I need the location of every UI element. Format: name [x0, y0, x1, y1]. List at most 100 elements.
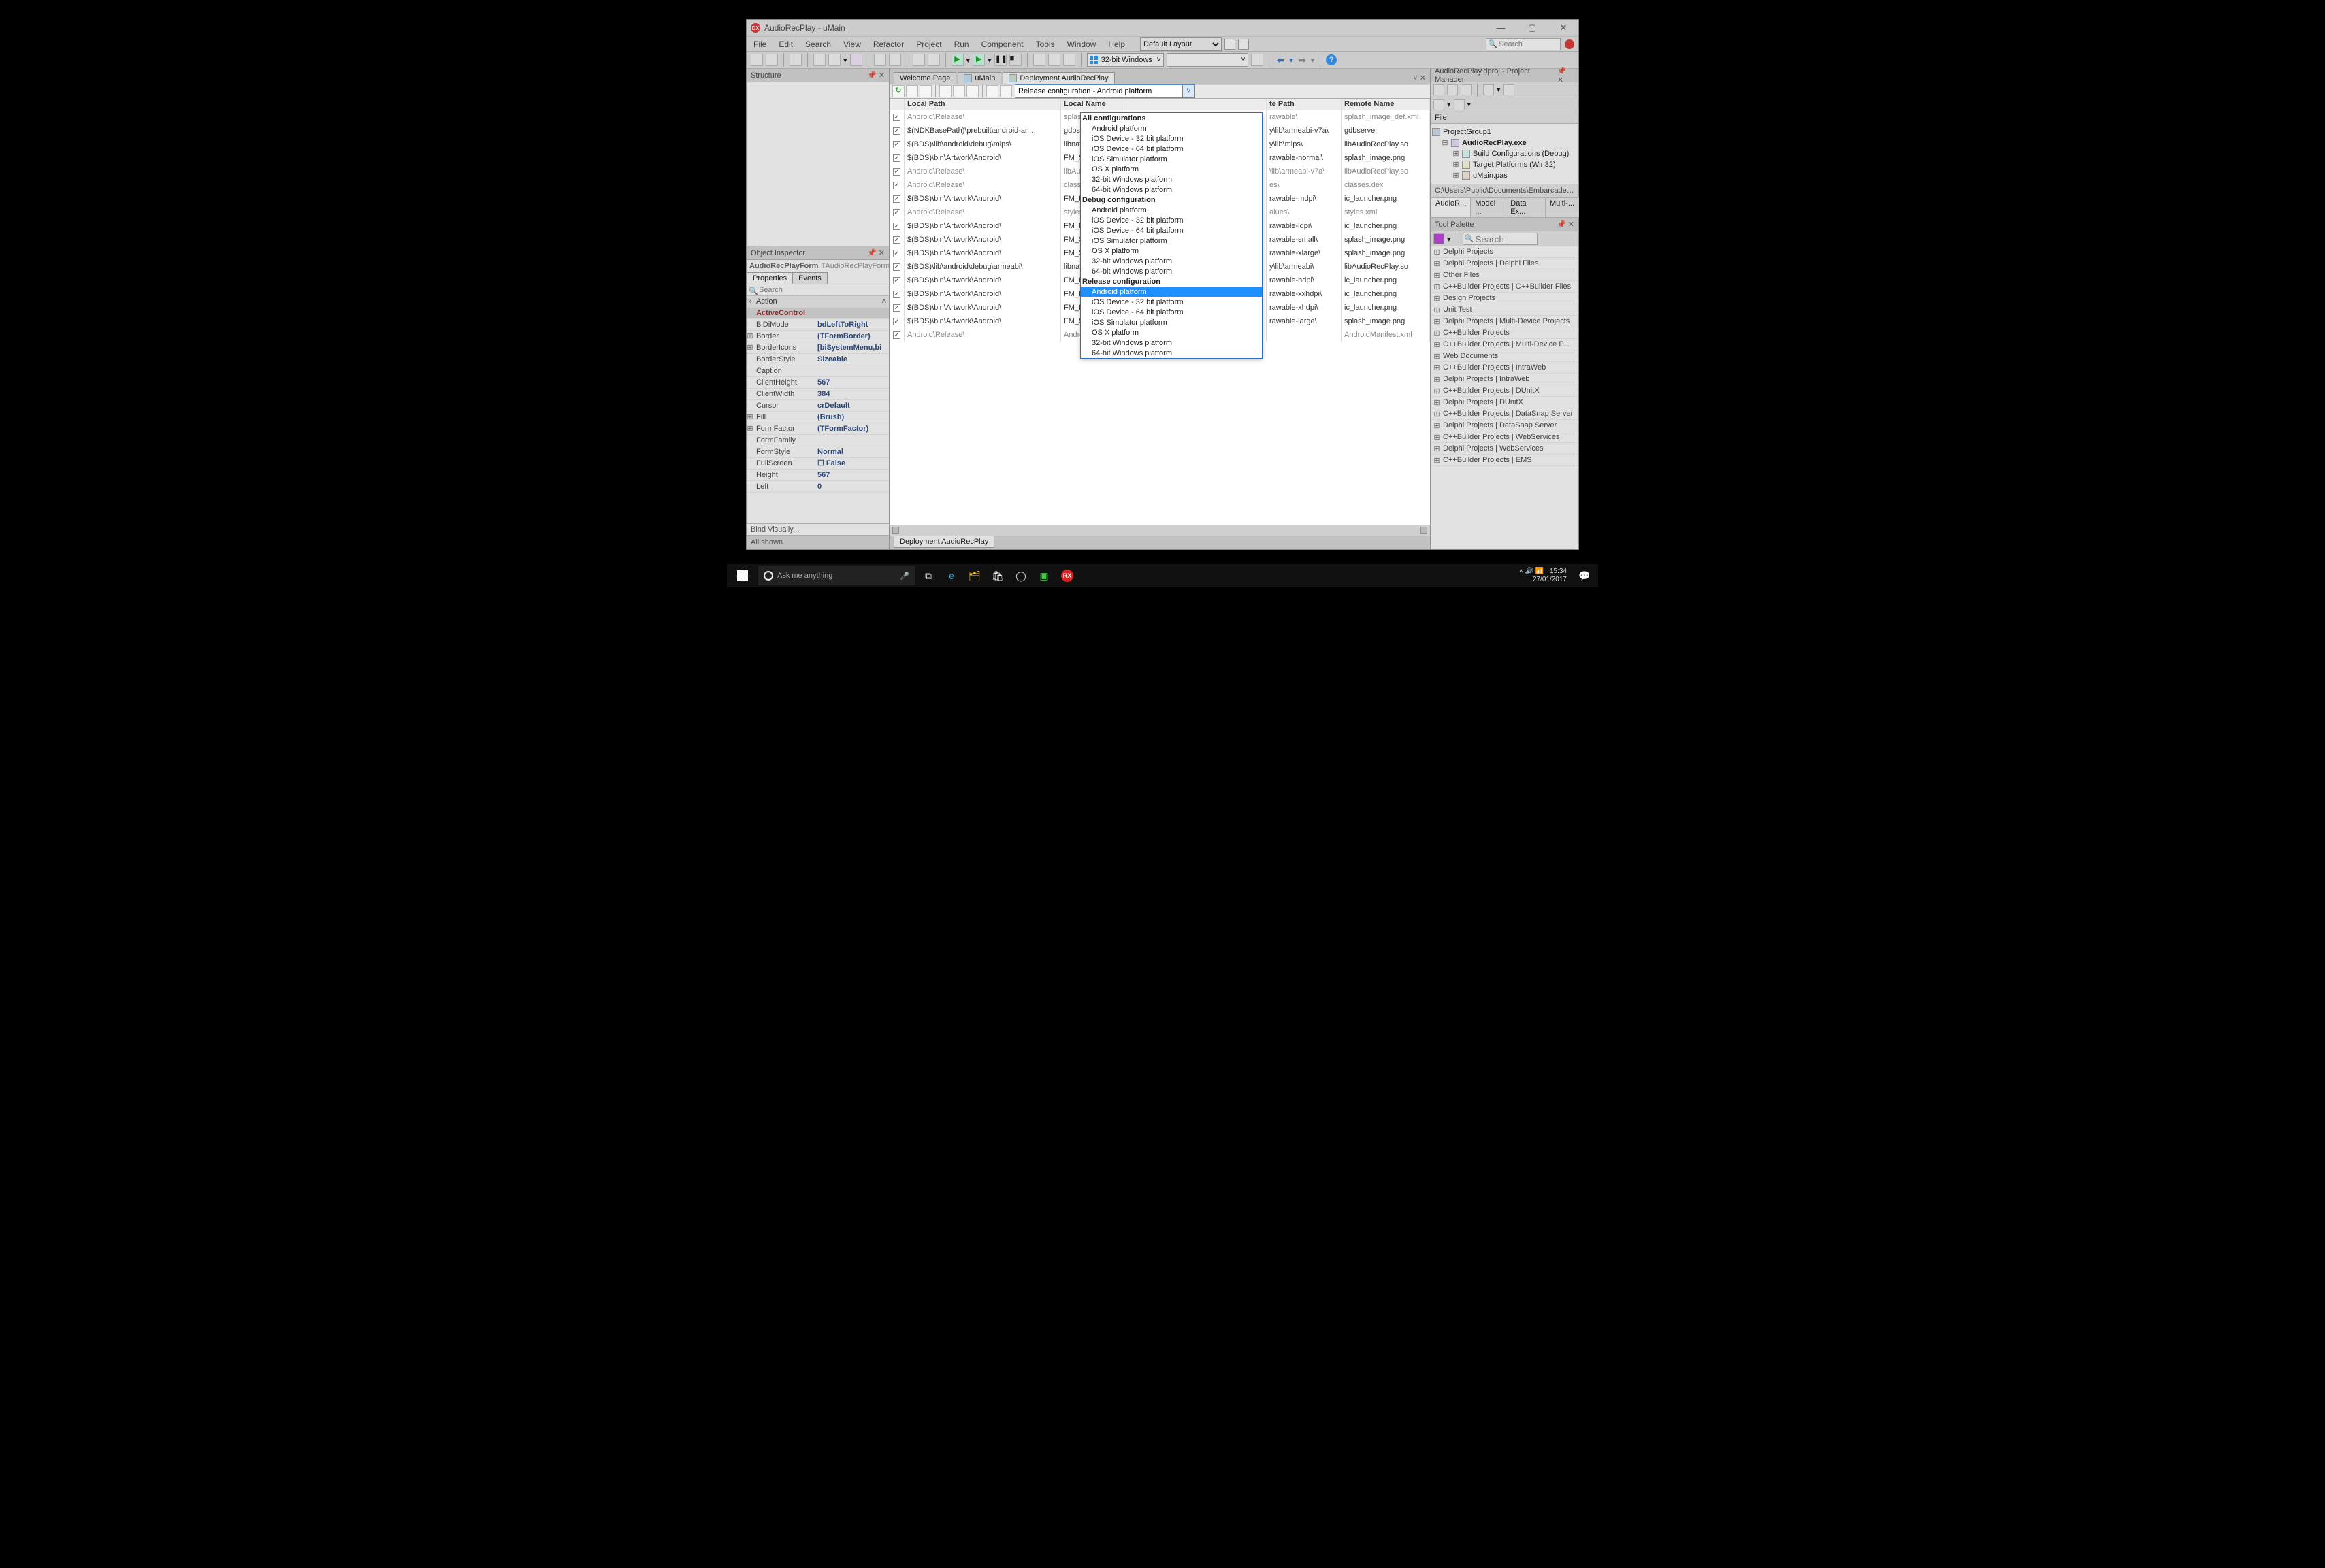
- checkbox-icon[interactable]: ✓: [893, 263, 900, 271]
- add-folder-button[interactable]: [913, 54, 925, 66]
- col-remote-name[interactable]: Remote Name: [1342, 99, 1430, 110]
- menu-project[interactable]: Project: [913, 38, 944, 50]
- system-tray[interactable]: ˄ 🔊 📶 15:34 27/01/2017: [1519, 568, 1571, 584]
- palette-category[interactable]: ⊞C++Builder Projects | IntraWeb: [1431, 362, 1578, 374]
- palette-category[interactable]: ⊞Delphi Projects | DUnitX: [1431, 397, 1578, 408]
- minimize-button[interactable]: —: [1490, 22, 1512, 33]
- col-local-name[interactable]: Local Name: [1061, 99, 1122, 110]
- tool-palette-list[interactable]: ⊞Delphi Projects⊞Delphi Projects | Delph…: [1431, 246, 1578, 549]
- delete-layout-icon[interactable]: [1238, 39, 1249, 50]
- rtab-3[interactable]: Multi-...: [1545, 197, 1579, 217]
- tab-properties[interactable]: Properties: [747, 272, 793, 284]
- palette-category[interactable]: ⊞Delphi Projects | DataSnap Server: [1431, 420, 1578, 431]
- step-over-button[interactable]: [1033, 54, 1045, 66]
- prop-value[interactable]: (TFormBorder): [815, 331, 889, 342]
- checkbox-icon[interactable]: ✓: [893, 250, 900, 257]
- dropdown-item[interactable]: OS X platform: [1081, 327, 1262, 338]
- prop-row[interactable]: ⊞FormFactor(TFormFactor): [747, 423, 889, 435]
- tab-welcome[interactable]: Welcome Page: [894, 72, 956, 84]
- tab-deploy[interactable]: Deployment AudioRecPlay: [1003, 72, 1114, 84]
- col-remote-path[interactable]: te Path: [1267, 99, 1342, 110]
- prop-value[interactable]: [815, 435, 889, 446]
- palette-category[interactable]: ⊞Delphi Projects | Multi-Device Projects: [1431, 316, 1578, 327]
- explorer-icon[interactable]: 🗂: [965, 566, 984, 585]
- horizontal-scrollbar[interactable]: [890, 525, 1430, 536]
- task-view-icon[interactable]: ⧉: [919, 566, 938, 585]
- prop-value[interactable]: 567: [815, 470, 889, 480]
- deploy-config-combo[interactable]: Release configuration - Android platform…: [1015, 84, 1195, 98]
- pin-icon[interactable]: 📌 ✕: [867, 248, 885, 257]
- deploy-grid[interactable]: Local Path Local Name te Path Remote Nam…: [890, 99, 1430, 525]
- checkbox-icon[interactable]: ✓: [893, 304, 900, 312]
- menu-refactor[interactable]: Refactor: [871, 38, 907, 50]
- menu-tools[interactable]: Tools: [1033, 38, 1058, 50]
- palette-category[interactable]: ⊞Delphi Projects | IntraWeb: [1431, 374, 1578, 385]
- tab-dropdown-icon[interactable]: ˅ ✕: [1409, 72, 1430, 84]
- tray-icons[interactable]: ˄ 🔊 📶: [1519, 568, 1544, 575]
- start-button[interactable]: [731, 564, 754, 587]
- btn7[interactable]: [986, 85, 998, 97]
- dropdown-item[interactable]: iOS Device - 32 bit platform: [1081, 297, 1262, 307]
- menu-search[interactable]: Search: [802, 38, 834, 50]
- prop-row[interactable]: ⊞BorderIcons[biSystemMenu,bi: [747, 342, 889, 354]
- platform-select[interactable]: 32-bit Windows ˅: [1087, 53, 1164, 67]
- prop-value[interactable]: (TFormFactor): [815, 423, 889, 434]
- dropdown-item[interactable]: iOS Simulator platform: [1081, 235, 1262, 246]
- palette-category[interactable]: ⊞C++Builder Projects | WebServices: [1431, 431, 1578, 443]
- pin-icon[interactable]: 📌 ✕: [867, 71, 885, 80]
- palette-category[interactable]: ⊞Delphi Projects | WebServices: [1431, 443, 1578, 455]
- stop-button[interactable]: ■: [1009, 54, 1022, 66]
- prop-row[interactable]: CursorcrDefault: [747, 400, 889, 412]
- bottom-tab-deploy[interactable]: Deployment AudioRecPlay: [894, 536, 994, 548]
- new-button[interactable]: [751, 54, 763, 66]
- btn5[interactable]: [953, 85, 965, 97]
- close-button[interactable]: ✕: [1552, 22, 1574, 33]
- menu-window[interactable]: Window: [1064, 38, 1099, 50]
- btn3[interactable]: [920, 85, 932, 97]
- prop-row[interactable]: Caption: [747, 365, 889, 377]
- prop-row[interactable]: ⊞Fill(Brush): [747, 412, 889, 423]
- deploy-config-dropdown[interactable]: All configurationsAndroid platformiOS De…: [1080, 112, 1263, 359]
- checkbox-icon[interactable]: ✓: [893, 209, 900, 216]
- dropdown-item[interactable]: 32-bit Windows platform: [1081, 174, 1262, 184]
- checkbox-icon[interactable]: ✓: [893, 127, 900, 135]
- prop-row[interactable]: BorderStyleSizeable: [747, 354, 889, 365]
- col-local-path[interactable]: Local Path: [905, 99, 1061, 110]
- tab-events[interactable]: Events: [792, 272, 828, 284]
- menu-file[interactable]: File: [751, 38, 769, 50]
- mic-icon[interactable]: 🎤: [900, 572, 909, 581]
- pm-btn5[interactable]: [1503, 84, 1514, 95]
- help-icon[interactable]: ?: [1326, 54, 1337, 65]
- community-icon[interactable]: [1565, 39, 1574, 49]
- pm-btn6[interactable]: [1433, 99, 1444, 110]
- palette-category[interactable]: ⊞C++Builder Projects | EMS: [1431, 455, 1578, 466]
- prop-row[interactable]: ClientHeight567: [747, 377, 889, 389]
- config-button[interactable]: [1251, 54, 1263, 66]
- checkbox-icon[interactable]: ✓: [893, 291, 900, 298]
- pause-button[interactable]: ❚❚: [994, 54, 1007, 66]
- checkbox-icon[interactable]: ✓: [893, 141, 900, 148]
- palette-category[interactable]: ⊞Design Projects: [1431, 293, 1578, 304]
- nav-forward-button[interactable]: ➡: [1296, 54, 1308, 66]
- menu-run[interactable]: Run: [952, 38, 972, 50]
- pm-btn3[interactable]: [1461, 84, 1472, 95]
- radstudio-icon[interactable]: RX: [1058, 566, 1077, 585]
- prop-row[interactable]: ⊞Border(TFormBorder): [747, 331, 889, 342]
- checkbox-icon[interactable]: ✓: [893, 195, 900, 203]
- menu-view[interactable]: View: [841, 38, 864, 50]
- dropdown-item[interactable]: 64-bit Windows platform: [1081, 348, 1262, 358]
- save-button[interactable]: [790, 54, 802, 66]
- prop-row[interactable]: FormStyleNormal: [747, 446, 889, 458]
- palette-category[interactable]: ⊞Web Documents: [1431, 350, 1578, 362]
- maximize-button[interactable]: ▢: [1521, 22, 1543, 33]
- edge-icon[interactable]: e: [942, 566, 961, 585]
- oi-property-grid[interactable]: »Action˄ ActiveControlBiDiModebdLeftToRi…: [747, 296, 889, 523]
- dropdown-item[interactable]: 32-bit Windows platform: [1081, 256, 1262, 266]
- dropdown-item[interactable]: 64-bit Windows platform: [1081, 184, 1262, 195]
- prop-row[interactable]: ClientWidth384: [747, 389, 889, 400]
- prop-value[interactable]: ☐ False: [815, 458, 889, 469]
- folder2-button[interactable]: [828, 54, 841, 66]
- prop-row[interactable]: FullScreen☐ False: [747, 458, 889, 470]
- refresh-button[interactable]: ↻: [892, 85, 905, 97]
- cortana-search[interactable]: Ask me anything 🎤: [758, 566, 915, 585]
